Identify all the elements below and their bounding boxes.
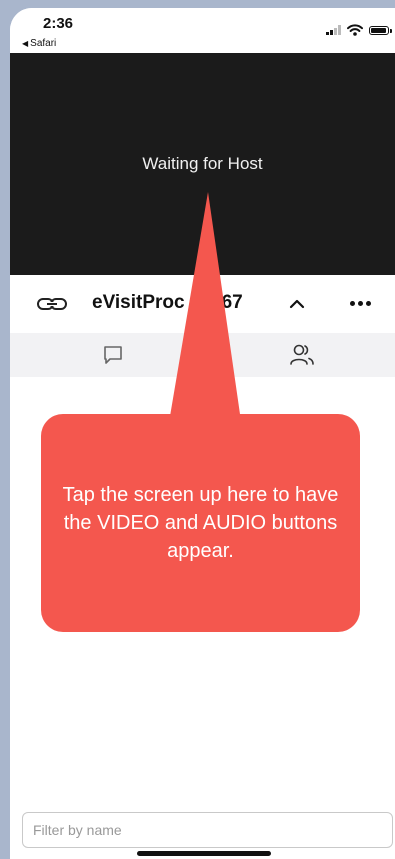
status-time: 2:36 (43, 15, 74, 32)
home-indicator[interactable] (137, 851, 271, 856)
back-to-app-link[interactable]: ◀ Safari (22, 38, 56, 49)
video-area[interactable]: Waiting for Host (10, 53, 395, 275)
more-horizontal-icon[interactable] (350, 301, 371, 306)
back-app-label: Safari (30, 38, 57, 49)
chat-bubble-icon (104, 346, 122, 364)
link-icon[interactable] (36, 294, 68, 314)
tab-bar (10, 333, 395, 377)
annotation-callout: Tap the screen up here to have the VIDEO… (41, 414, 360, 632)
status-bar: 2:36 ◀ Safari (10, 8, 395, 53)
filter-by-name-input[interactable] (22, 812, 393, 848)
wifi-icon (347, 24, 363, 36)
annotation-text: Tap the screen up here to have the VIDEO… (62, 484, 339, 562)
people-icon (290, 344, 314, 365)
chevron-up-icon[interactable] (288, 295, 306, 313)
status-icons (326, 23, 392, 37)
battery-icon (369, 25, 392, 35)
meeting-bar: eVisitProc 45767 (10, 275, 395, 333)
phone-screen: 2:36 ◀ Safari Waiting for Host eVisitProc… (10, 8, 395, 859)
waiting-for-host-text: Waiting for Host (142, 154, 263, 173)
signal-icon (326, 25, 341, 35)
back-triangle-icon: ◀ (22, 39, 29, 48)
tab-participants[interactable] (272, 333, 332, 377)
meeting-name: eVisitProc 45767 (92, 292, 243, 313)
tab-chat[interactable] (83, 333, 143, 377)
